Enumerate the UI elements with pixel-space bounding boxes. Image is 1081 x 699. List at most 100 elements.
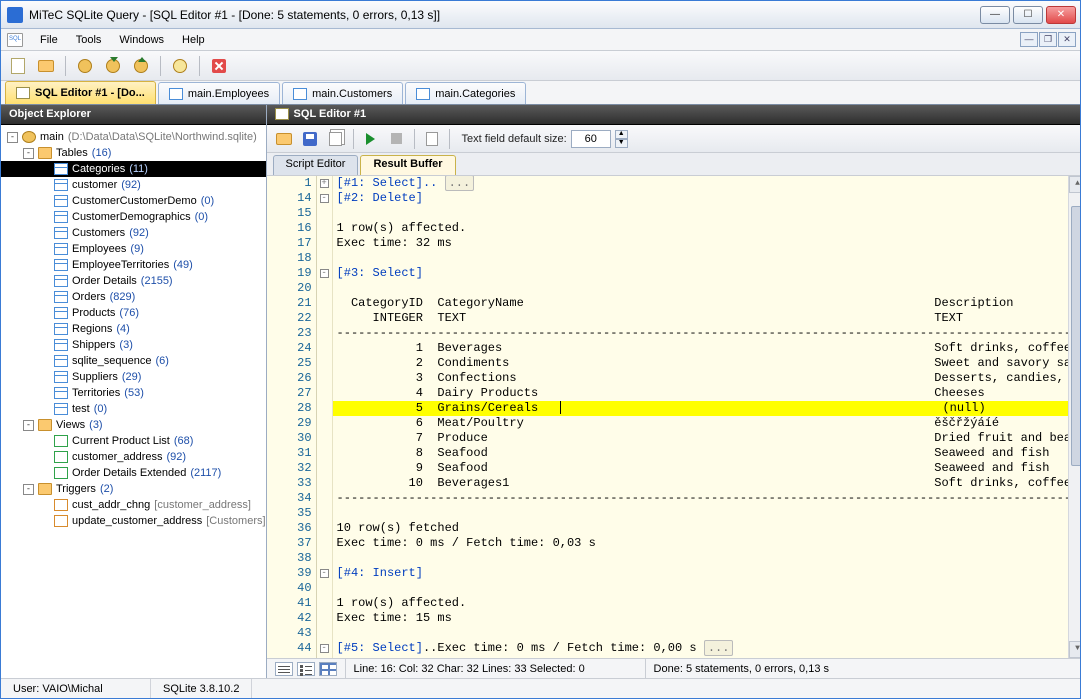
menu-windows[interactable]: Windows: [110, 31, 173, 49]
code-line-40[interactable]: [333, 581, 1080, 596]
result-buffer-editor[interactable]: 1141516171819202122232425262728293031323…: [267, 175, 1080, 658]
tree-table-regions[interactable]: Regions (4): [1, 321, 266, 337]
code-line-20[interactable]: [333, 281, 1080, 296]
menu-help[interactable]: Help: [173, 31, 214, 49]
run-button[interactable]: [360, 128, 382, 150]
code-line-23[interactable]: ----------------------------------------…: [333, 326, 1080, 341]
stop-button[interactable]: [386, 128, 408, 150]
editor-save-button[interactable]: [299, 128, 321, 150]
tree-views-folder[interactable]: -Views (3): [1, 417, 266, 433]
tree-table-customercustomerdemo[interactable]: CustomerCustomerDemo (0): [1, 193, 266, 209]
db-import-button[interactable]: [102, 55, 124, 77]
default-size-up[interactable]: ▲: [615, 130, 628, 139]
code-line-34[interactable]: ----------------------------------------…: [333, 491, 1080, 506]
view-mode-grid[interactable]: [319, 662, 337, 676]
tree-table-sqlite-sequence[interactable]: sqlite_sequence (6): [1, 353, 266, 369]
maximize-button[interactable]: ☐: [1013, 6, 1043, 24]
toggle-icon[interactable]: -: [23, 148, 34, 159]
code-line-44[interactable]: [#5: Select]..Exec time: 0 ms / Fetch ti…: [333, 641, 1080, 656]
fold-toggle[interactable]: -: [320, 644, 329, 653]
code-line-43[interactable]: [333, 626, 1080, 641]
tab-script-editor[interactable]: Script Editor: [273, 155, 359, 175]
code-line-33[interactable]: 10 Beverages1 Soft drinks, coffees,: [333, 476, 1080, 491]
scroll-up[interactable]: ▲: [1069, 176, 1080, 193]
code-line-64[interactable]: [333, 656, 1080, 658]
default-size-input[interactable]: [571, 130, 611, 148]
mdi-restore[interactable]: ❐: [1039, 32, 1057, 47]
code-line-26[interactable]: 3 Confections Desserts, candies, an: [333, 371, 1080, 386]
close-db-button[interactable]: [208, 55, 230, 77]
code-line-1[interactable]: [#1: Select].. ...: [333, 176, 1080, 191]
view-mode-lines[interactable]: [275, 662, 293, 676]
tree-table-customerdemographics[interactable]: CustomerDemographics (0): [1, 209, 266, 225]
tab-main-customers[interactable]: main.Customers: [282, 82, 403, 104]
code-line-38[interactable]: [333, 551, 1080, 566]
toggle-icon[interactable]: -: [23, 420, 34, 431]
tree-triggers-folder[interactable]: -Triggers (2): [1, 481, 266, 497]
code-line-35[interactable]: [333, 506, 1080, 521]
new-button[interactable]: [7, 55, 29, 77]
toggle-icon[interactable]: -: [7, 132, 18, 143]
code-line-39[interactable]: [#4: Insert]: [333, 566, 1080, 581]
tree-table-employeeterritories[interactable]: EmployeeTerritories (49): [1, 257, 266, 273]
code-line-28[interactable]: 5 Grains/Cereals (null): [333, 401, 1080, 416]
tree-table-employees[interactable]: Employees (9): [1, 241, 266, 257]
default-size-down[interactable]: ▼: [615, 139, 628, 148]
tree-table-shippers[interactable]: Shippers (3): [1, 337, 266, 353]
code-line-25[interactable]: 2 Condiments Sweet and savory sauc: [333, 356, 1080, 371]
scroll-down[interactable]: ▼: [1069, 641, 1080, 658]
tree-view-current-product-list[interactable]: Current Product List (68): [1, 433, 266, 449]
editor-copy-button[interactable]: [325, 128, 347, 150]
code-line-31[interactable]: 8 Seafood Seaweed and fish: [333, 446, 1080, 461]
tree-trigger-update-customer-address[interactable]: update_customer_address [Customers]: [1, 513, 266, 529]
object-tree[interactable]: -main (D:\Data\Data\SQLite\Northwind.sql…: [1, 125, 266, 678]
db-export-button[interactable]: [130, 55, 152, 77]
code-line-32[interactable]: 9 Seafood Seaweed and fish: [333, 461, 1080, 476]
copy-button[interactable]: [169, 55, 191, 77]
toggle-icon[interactable]: -: [23, 484, 34, 495]
menu-tools[interactable]: Tools: [67, 31, 111, 49]
tree-database[interactable]: -main (D:\Data\Data\SQLite\Northwind.sql…: [1, 129, 266, 145]
editor-open-button[interactable]: [273, 128, 295, 150]
fold-toggle[interactable]: -: [320, 569, 329, 578]
menu-file[interactable]: File: [31, 31, 67, 49]
tree-table-orders[interactable]: Orders (829): [1, 289, 266, 305]
code-line-15[interactable]: [333, 206, 1080, 221]
code-line-17[interactable]: Exec time: 32 ms: [333, 236, 1080, 251]
mdi-close[interactable]: ✕: [1058, 32, 1076, 47]
code-line-37[interactable]: Exec time: 0 ms / Fetch time: 0,03 s: [333, 536, 1080, 551]
tab-sql-editor--1----do---[interactable]: SQL Editor #1 - [Do...: [5, 81, 156, 104]
view-mode-list[interactable]: [297, 662, 315, 676]
tree-table-territories[interactable]: Territories (53): [1, 385, 266, 401]
code-line-14[interactable]: [#2: Delete]: [333, 191, 1080, 206]
code-line-22[interactable]: INTEGER TEXT TEXT: [333, 311, 1080, 326]
tree-table-suppliers[interactable]: Suppliers (29): [1, 369, 266, 385]
code-line-16[interactable]: 1 row(s) affected.: [333, 221, 1080, 236]
open-button[interactable]: [35, 55, 57, 77]
mdi-minimize[interactable]: —: [1020, 32, 1038, 47]
code-line-36[interactable]: 10 row(s) fetched: [333, 521, 1080, 536]
tree-view-customer-address[interactable]: customer_address (92): [1, 449, 266, 465]
code-line-24[interactable]: 1 Beverages Soft drinks, coffees,: [333, 341, 1080, 356]
code-line-18[interactable]: [333, 251, 1080, 266]
code-line-21[interactable]: CategoryID CategoryName Description: [333, 296, 1080, 311]
tree-table-test[interactable]: test (0): [1, 401, 266, 417]
tab-result-buffer[interactable]: Result Buffer: [360, 155, 455, 175]
fold-toggle[interactable]: -: [320, 269, 329, 278]
code-line-42[interactable]: Exec time: 15 ms: [333, 611, 1080, 626]
scroll-thumb[interactable]: [1071, 206, 1080, 466]
fold-toggle[interactable]: +: [320, 179, 329, 188]
tree-view-order-details-extended[interactable]: Order Details Extended (2117): [1, 465, 266, 481]
tree-table-customer[interactable]: customer (92): [1, 177, 266, 193]
code-line-27[interactable]: 4 Dairy Products Cheeses: [333, 386, 1080, 401]
code-line-19[interactable]: [#3: Select]: [333, 266, 1080, 281]
vertical-scrollbar[interactable]: ▲ ▼: [1068, 176, 1080, 658]
minimize-button[interactable]: —: [980, 6, 1010, 24]
tab-main-employees[interactable]: main.Employees: [158, 82, 280, 104]
code-line-29[interactable]: 6 Meat/Poultry ěščřžýáíé: [333, 416, 1080, 431]
tree-table-products[interactable]: Products (76): [1, 305, 266, 321]
tab-main-categories[interactable]: main.Categories: [405, 82, 526, 104]
tree-tables-folder[interactable]: -Tables (16): [1, 145, 266, 161]
tree-table-customers[interactable]: Customers (92): [1, 225, 266, 241]
code-line-41[interactable]: 1 row(s) affected.: [333, 596, 1080, 611]
